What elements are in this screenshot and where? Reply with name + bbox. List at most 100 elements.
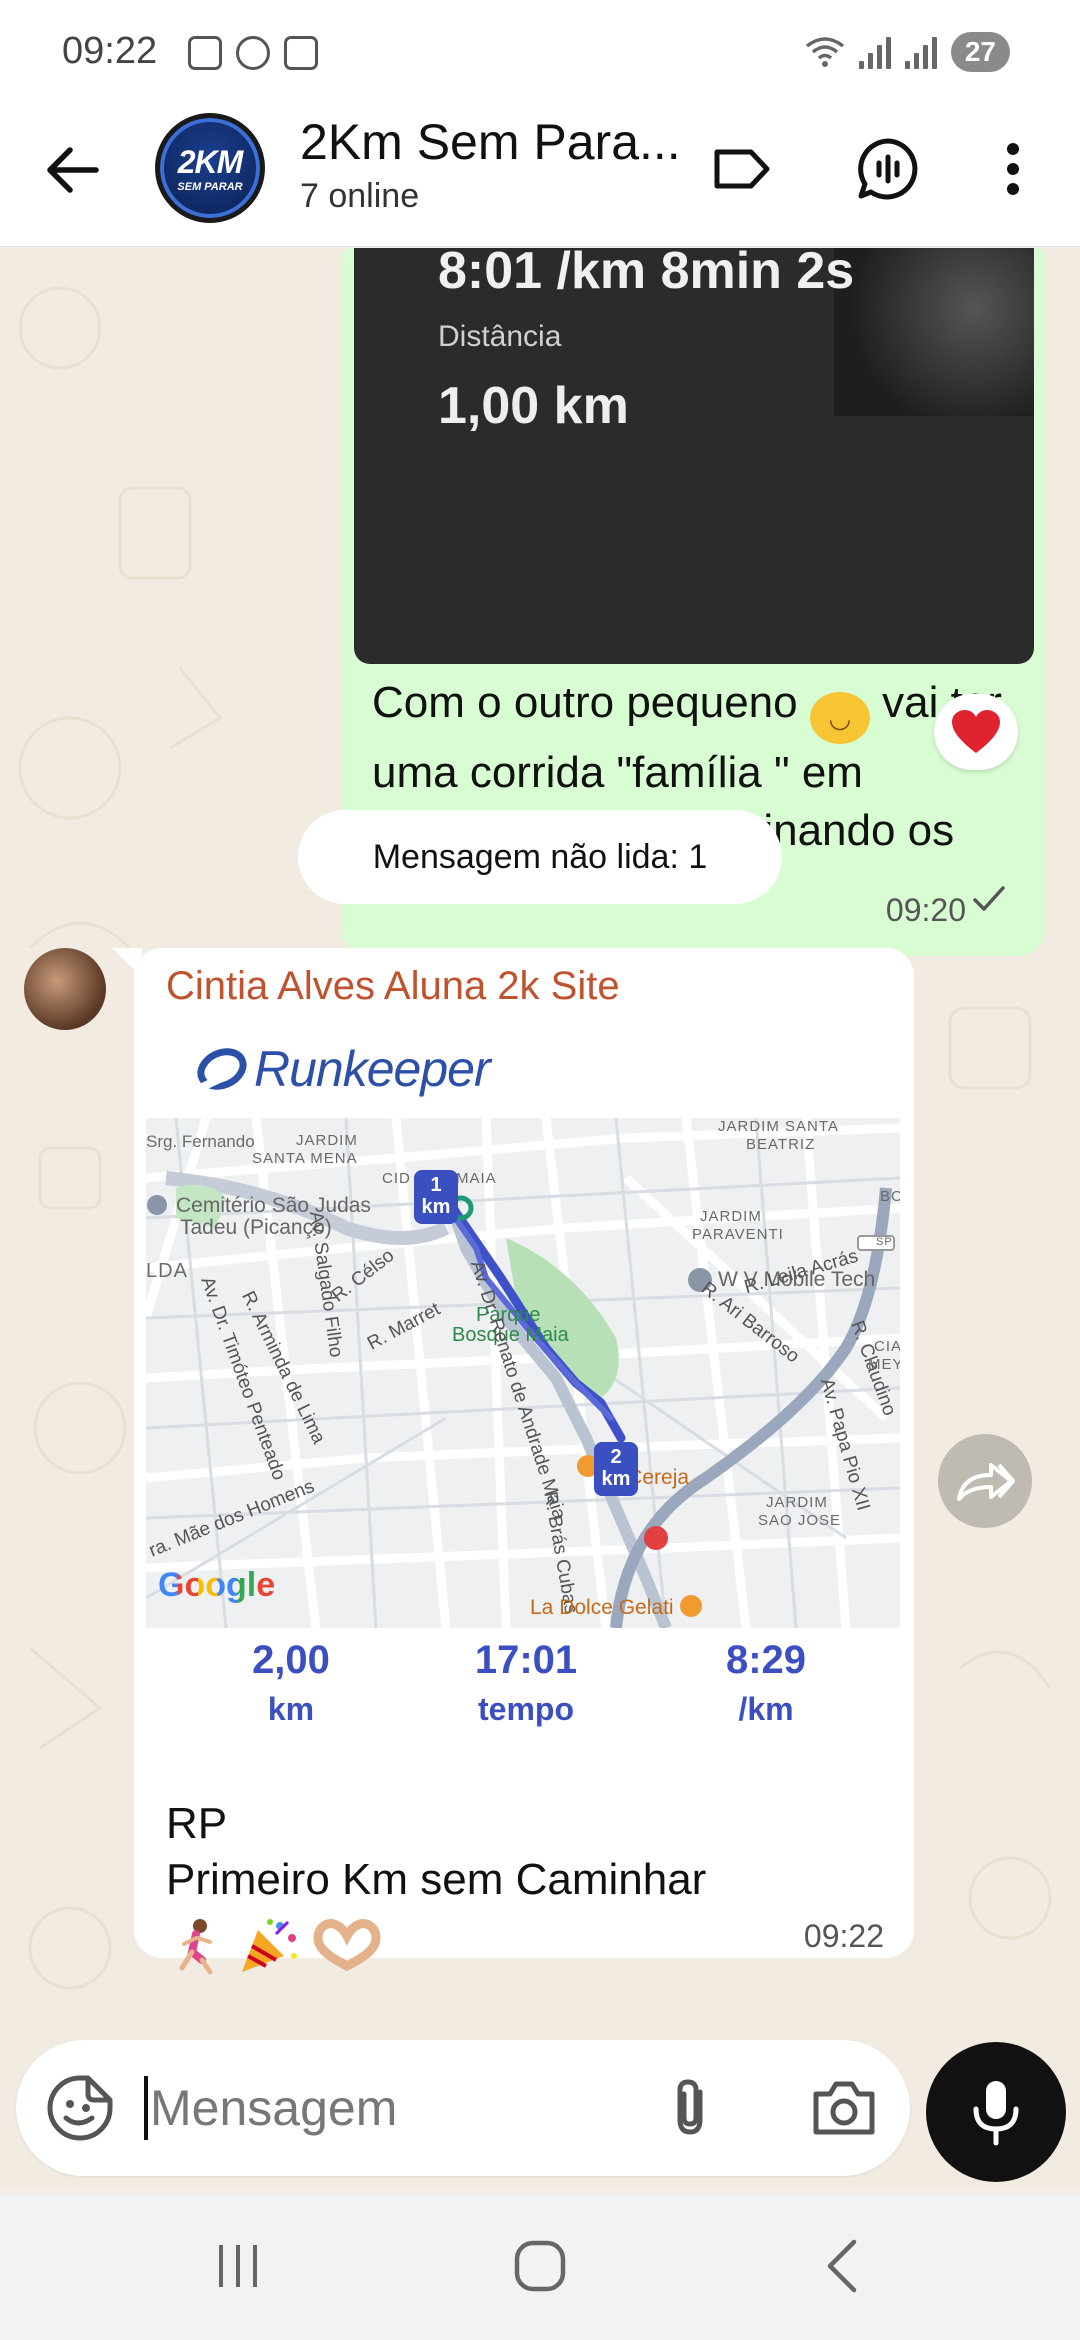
more-options-button[interactable] xyxy=(978,133,1048,205)
forward-button[interactable] xyxy=(938,1434,1032,1528)
outgoing-message-time: 09:20 xyxy=(885,892,966,928)
heart-hands-emoji xyxy=(313,1919,381,1972)
group-online-status[interactable]: 7 online xyxy=(300,177,419,216)
status-right-icons: 27 xyxy=(805,32,1010,72)
map-label-neighborhood: PARAVENTI xyxy=(692,1226,784,1243)
map-label-poi: La Dolce Gelati xyxy=(530,1596,674,1619)
google-logo-text: Google xyxy=(158,1566,276,1604)
microphone-icon xyxy=(973,2081,1019,2146)
avatar-logo-subtext: SEM PARAR xyxy=(177,180,243,193)
woman-running-emoji xyxy=(179,1919,213,1975)
map-label-neighborhood: SANTA MENA xyxy=(252,1150,358,1167)
home-button[interactable] xyxy=(500,2234,580,2298)
status-time: 09:22 xyxy=(62,30,158,72)
km-marker-number: 1 xyxy=(430,1174,442,1196)
party-popper-emoji xyxy=(242,1919,297,1972)
run-stats: 2,00 km 17:01 tempo 8:29 /km xyxy=(146,1638,900,1738)
map-label-neighborhood: JARDIM xyxy=(700,1208,762,1225)
chat-header: 2KM SEM PARAR 2Km Sem Para... 7 online xyxy=(0,105,1080,247)
stat-distance-value: 2,00 xyxy=(252,1638,330,1682)
recent-apps-button[interactable] xyxy=(198,2234,278,2298)
status-notification-icons xyxy=(188,36,318,70)
stat-pace-unit: /km xyxy=(738,1691,794,1727)
stat-pace: 8:29 /km xyxy=(666,1638,866,1728)
status-bar: 09:22 27 xyxy=(0,0,1080,105)
text-cursor xyxy=(144,2076,148,2140)
arrow-left-icon xyxy=(47,147,99,193)
message-input[interactable] xyxy=(150,2068,650,2148)
stat-time-value: 17:01 xyxy=(474,1638,578,1682)
km-marker-number: 2 xyxy=(610,1446,622,1468)
map-label-neighborhood: MAIA xyxy=(456,1170,497,1187)
map-label-neighborhood: CIA xyxy=(874,1338,900,1355)
map-label-neighborhood: JARDIM SANTA xyxy=(718,1118,839,1135)
sticker-icon xyxy=(47,2075,113,2141)
message-text-part1: Com o outro pequeno xyxy=(372,678,798,727)
voice-message-button[interactable] xyxy=(926,2042,1066,2182)
stat-pace-value: 8:29 xyxy=(725,1638,807,1682)
map-label-neighborhood: SAO JOSE xyxy=(758,1512,842,1529)
map-label-neighborhood: MEYR xyxy=(868,1356,900,1373)
stat-distance-unit: km xyxy=(267,1691,315,1727)
incoming-message-time: 09:22 xyxy=(803,1918,884,1954)
vpn-key-icon xyxy=(284,36,318,70)
runkeeper-swoosh-icon xyxy=(197,1048,247,1091)
group-name[interactable]: 2Km Sem Para... xyxy=(300,113,681,171)
stat-distance: 2,00 km xyxy=(191,1638,391,1728)
label-tag-icon xyxy=(714,149,770,189)
sender-avatar[interactable] xyxy=(24,948,106,1030)
map-label-neighborhood: CID xyxy=(382,1170,411,1187)
map-label-street: Srg. Fernando xyxy=(146,1132,255,1151)
km-marker-unit: km xyxy=(421,1196,451,1218)
emoji-sticker-button[interactable] xyxy=(44,2072,116,2144)
voice-chat-icon xyxy=(858,138,918,200)
photo-background xyxy=(834,248,1034,416)
km-marker-1: 1 km xyxy=(414,1170,458,1224)
home-icon xyxy=(514,2240,566,2292)
grinning-sweat-emoji: ◡ xyxy=(809,692,870,744)
incoming-message-bubble[interactable]: Cintia Alves Aluna 2k Site Runkeeper Srg… xyxy=(112,948,914,1975)
shared-run-image[interactable]: 8:01 /km 8min 2s Distância 1,00 km xyxy=(354,248,1034,664)
battery-level: 27 xyxy=(950,32,1010,72)
chat-messages-area[interactable]: 8:01 /km 8min 2s Distância 1,00 km Com o… xyxy=(0,248,1080,2188)
system-back-button[interactable] xyxy=(802,2234,882,2298)
runkeeper-logo: Runkeeper xyxy=(196,1040,491,1098)
attach-button[interactable] xyxy=(660,2076,724,2140)
privacy-icon xyxy=(236,36,270,70)
labels-button[interactable] xyxy=(706,133,778,205)
stat-time-unit: tempo xyxy=(478,1691,574,1727)
card-distance-value: 1,00 km xyxy=(438,377,629,435)
stat-time: 17:01 tempo xyxy=(426,1638,626,1728)
sync-icon xyxy=(188,36,222,70)
map-label-shield: SP xyxy=(876,1236,893,1248)
message-line-1: RP xyxy=(166,1799,228,1848)
group-avatar[interactable]: 2KM SEM PARAR xyxy=(155,113,265,223)
signal-icon-1 xyxy=(858,35,891,69)
back-button[interactable] xyxy=(40,135,110,205)
sent-check-icon xyxy=(973,886,1005,911)
signal-icon-2 xyxy=(904,35,937,69)
route-map[interactable]: Srg. Fernando JARDIM SANTA MENA CID MAIA… xyxy=(146,1118,900,1628)
km-marker-unit: km xyxy=(601,1468,631,1490)
chevron-left-icon xyxy=(827,2239,857,2293)
recent-apps-icon xyxy=(219,2245,257,2287)
incoming-message-text: RP Primeiro Km sem Caminhar xyxy=(166,1796,706,1908)
wifi-icon xyxy=(805,37,844,67)
heart-reaction[interactable] xyxy=(934,694,1018,770)
map-label-neighborhood: JARDIM xyxy=(296,1132,358,1149)
forward-share-icon xyxy=(957,1463,1015,1501)
runkeeper-name: Runkeeper xyxy=(254,1041,491,1097)
map-label-neighborhood: LDA xyxy=(146,1260,188,1282)
camera-icon xyxy=(813,2081,875,2135)
map-label-poi: Cemitério São Judas xyxy=(176,1194,371,1217)
map-label-neighborhood: BEATRIZ xyxy=(746,1136,816,1153)
unread-messages-banner: Mensagem não lida: 1 xyxy=(298,810,782,904)
paperclip-icon xyxy=(677,2079,703,2135)
more-vertical-icon xyxy=(1007,143,1019,195)
message-input-bar xyxy=(16,2040,910,2176)
map-label-neighborhood: JARDIM xyxy=(766,1494,828,1511)
voice-chat-button[interactable] xyxy=(852,133,924,205)
camera-button[interactable] xyxy=(808,2072,880,2144)
card-pace: 8:01 /km 8min 2s xyxy=(438,248,855,300)
sender-name[interactable]: Cintia Alves Aluna 2k Site xyxy=(166,964,620,1009)
